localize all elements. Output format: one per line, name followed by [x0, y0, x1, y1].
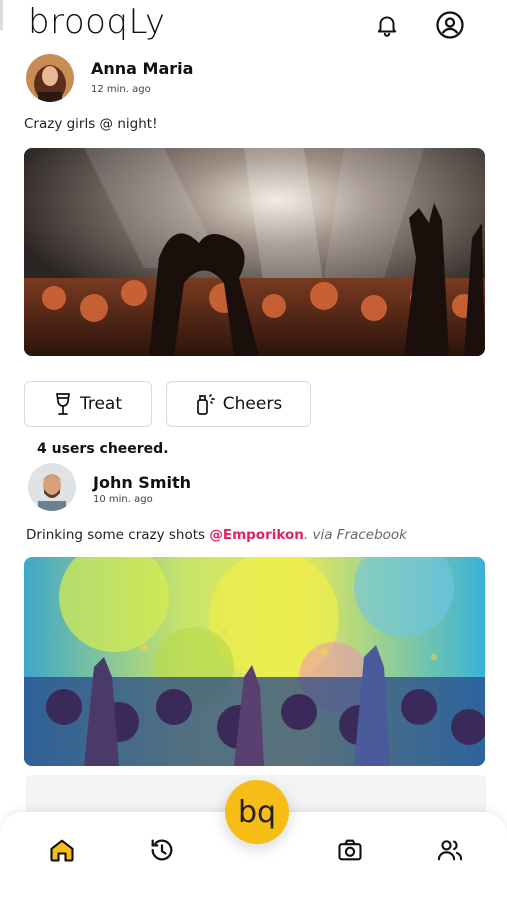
mention-link[interactable]: @Emporikon: [209, 527, 304, 543]
nav-camera[interactable]: [330, 830, 370, 870]
history-icon: [151, 839, 173, 861]
post-image[interactable]: [24, 148, 485, 356]
post-caption: Crazy girls @ night!: [24, 116, 158, 132]
cheers-button[interactable]: Cheers: [166, 381, 311, 427]
brooqly-action-button[interactable]: bq: [225, 780, 289, 844]
post-caption: Drinking some crazy shots @Emporikon. vi…: [26, 527, 407, 543]
post-author[interactable]: Anna Maria: [91, 59, 193, 78]
wine-glass-icon: [55, 393, 70, 415]
profile-button[interactable]: [433, 8, 467, 42]
app-logo: brooqLy: [28, 2, 166, 42]
home-icon: [50, 839, 74, 862]
users-icon: [437, 840, 463, 861]
treat-button[interactable]: Treat: [24, 381, 152, 427]
notifications-button[interactable]: [370, 8, 404, 42]
cheer-count[interactable]: 4 users cheered.: [37, 441, 169, 457]
post-author[interactable]: John Smith: [93, 473, 191, 492]
bell-icon: [377, 16, 397, 37]
treat-label: Treat: [79, 394, 123, 414]
account-circle-icon: [436, 11, 464, 39]
post-time: 12 min. ago: [91, 84, 151, 95]
via-source: . via Fracebook: [303, 527, 407, 543]
nav-home[interactable]: [42, 830, 82, 870]
caption-text: Drinking some crazy shots: [26, 527, 210, 543]
post-time: 10 min. ago: [93, 494, 153, 505]
fab-label: bq: [237, 794, 277, 830]
avatar[interactable]: [26, 54, 74, 102]
nav-users[interactable]: [430, 830, 470, 870]
camera-icon: [338, 839, 362, 861]
nav-history[interactable]: [142, 830, 182, 870]
avatar[interactable]: [28, 463, 76, 511]
post-image[interactable]: [24, 557, 485, 766]
cheers-label: Cheers: [222, 394, 283, 414]
app-header: brooqLy: [0, 0, 507, 50]
cheers-bottle-icon: [196, 394, 215, 415]
